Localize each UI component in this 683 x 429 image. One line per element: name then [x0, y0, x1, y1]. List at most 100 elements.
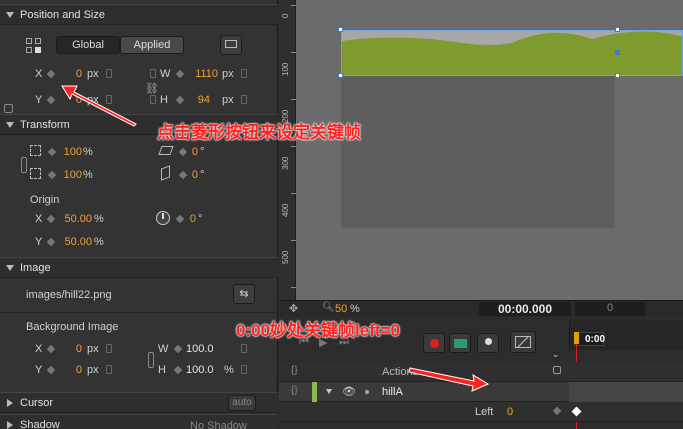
collapse-triangle-icon[interactable]	[7, 421, 13, 429]
auto-keyframe-button[interactable]	[449, 333, 471, 353]
x-unit[interactable]: px	[87, 68, 99, 80]
bg-y-lock-icon[interactable]	[106, 365, 112, 374]
bg-h-unit[interactable]: %	[224, 364, 234, 376]
keyframe-at-zero[interactable]	[571, 406, 582, 417]
sizing-mode-button[interactable]	[220, 35, 242, 55]
bg-x-keyframe-diamond[interactable]	[46, 344, 56, 354]
scale-y-value[interactable]: 100	[56, 169, 82, 181]
element-row-hillA[interactable]: {} 👁︎ hillA	[279, 382, 683, 402]
playhead-handle-icon[interactable]	[574, 332, 579, 344]
property-row-left[interactable]: Left 0	[279, 402, 683, 422]
w-value[interactable]: 1110	[186, 68, 218, 80]
bg-h-value[interactable]: 100.0	[186, 364, 220, 376]
x-keyframe-diamond[interactable]	[46, 69, 56, 79]
current-frame[interactable]: 0	[575, 302, 645, 316]
global-button[interactable]: Global	[56, 36, 120, 54]
panel-resize-icon[interactable]	[4, 104, 13, 113]
scale-link-icon[interactable]	[21, 157, 27, 173]
bg-w-keyframe-diamond[interactable]	[173, 344, 183, 354]
skew-y-value[interactable]: 0	[188, 169, 198, 181]
registration-point-icon[interactable]	[26, 38, 42, 54]
record-button[interactable]	[423, 333, 445, 353]
actions-row[interactable]: {} Actions	[279, 362, 683, 382]
cursor-auto-button[interactable]: auto	[228, 395, 256, 411]
y-keyframe-diamond[interactable]	[46, 95, 56, 105]
bg-w-unit-icon[interactable]	[241, 344, 247, 353]
element-name[interactable]: hillA	[382, 386, 403, 398]
element-expand-triangle-icon[interactable]	[326, 389, 332, 394]
visibility-eye-icon[interactable]: 👁︎	[342, 385, 356, 398]
origin-y-value[interactable]: 50.00	[58, 236, 92, 248]
bg-h-unit-icon[interactable]	[241, 365, 247, 374]
origin-x-keyframe-diamond[interactable]	[46, 214, 56, 224]
hill-image-element[interactable]	[341, 30, 683, 76]
pin-button[interactable]	[477, 333, 499, 353]
bg-x-unit[interactable]: px	[87, 343, 99, 355]
element-braces-icon[interactable]: {}	[291, 385, 298, 396]
w-keyframe-diamond[interactable]	[175, 69, 185, 79]
origin-y-keyframe-diamond[interactable]	[46, 237, 56, 247]
expand-triangle-icon[interactable]	[6, 12, 14, 18]
applied-button[interactable]: Applied	[120, 36, 184, 54]
origin-x-value[interactable]: 50.00	[58, 213, 92, 225]
property-value[interactable]: 0	[507, 406, 513, 418]
bg-y-unit[interactable]: px	[87, 364, 99, 376]
section-position-size[interactable]: Position and Size	[0, 4, 278, 25]
bg-h-keyframe-diamond[interactable]	[173, 365, 183, 375]
bg-w-value[interactable]: 100.0	[186, 343, 220, 355]
selection-handle[interactable]	[338, 27, 343, 32]
actions-braces-icon[interactable]: {}	[291, 365, 298, 376]
collapse-triangle-icon[interactable]	[7, 399, 13, 407]
selection-handle[interactable]	[338, 73, 343, 78]
link-dimensions-icon[interactable]: ⛓	[145, 82, 159, 95]
image-path[interactable]: images/hill22.png	[26, 289, 112, 301]
expand-triangle-icon[interactable]	[6, 265, 14, 271]
selection-handle[interactable]	[615, 27, 620, 32]
expand-triangle-icon[interactable]	[6, 122, 14, 128]
timeline-options-chevron-icon[interactable]: ⌄	[552, 349, 560, 360]
section-shadow[interactable]: Shadow No Shadow	[0, 414, 278, 429]
section-cursor[interactable]: Cursor auto	[0, 392, 278, 413]
zoom-value[interactable]: 50	[335, 303, 347, 315]
w-unit[interactable]: px	[222, 68, 234, 80]
pan-icon[interactable]: ✥	[289, 302, 298, 315]
section-image[interactable]: Image	[0, 257, 278, 278]
ruler-tick	[291, 193, 296, 194]
y-unit[interactable]: px	[87, 94, 99, 106]
scale-x-value[interactable]: 100	[56, 146, 82, 158]
actions-keyframe-icon[interactable]	[553, 366, 561, 374]
scale-y-keyframe-diamond[interactable]	[47, 170, 57, 180]
y-value[interactable]: 0	[62, 94, 82, 106]
swap-image-button[interactable]: ⇆	[233, 284, 255, 304]
shadow-value[interactable]: No Shadow	[190, 420, 247, 429]
x-value[interactable]: 0	[62, 68, 82, 80]
current-time[interactable]: 00:00.000	[479, 302, 571, 316]
rotation-keyframe-diamond[interactable]	[175, 214, 185, 224]
w-constraint-icon[interactable]	[241, 69, 247, 78]
h-lock-icon[interactable]	[150, 95, 156, 104]
bg-y-value[interactable]: 0	[62, 364, 82, 376]
skew-y-keyframe-diamond[interactable]	[178, 170, 188, 180]
zoom-icon[interactable]: 🔍︎	[322, 302, 335, 313]
bg-x-value[interactable]: 0	[62, 343, 82, 355]
element-track[interactable]	[569, 382, 683, 402]
bg-y-keyframe-diamond[interactable]	[46, 365, 56, 375]
y-lock-icon[interactable]	[106, 95, 112, 104]
x-lock-icon[interactable]	[106, 69, 112, 78]
h-constraint-icon[interactable]	[241, 95, 247, 104]
scale-x-keyframe-diamond[interactable]	[47, 147, 57, 157]
property-keyframe-diamond[interactable]	[552, 406, 562, 416]
selection-handle[interactable]	[615, 73, 620, 78]
easing-button[interactable]	[510, 331, 536, 353]
lock-dot-icon[interactable]	[365, 390, 369, 394]
h-value[interactable]: 94	[186, 94, 210, 106]
selection-handle[interactable]	[615, 50, 620, 55]
skew-x-value[interactable]: 0	[188, 146, 198, 158]
bg-x-lock-icon[interactable]	[106, 344, 112, 353]
h-unit[interactable]: px	[222, 94, 234, 106]
h-keyframe-diamond[interactable]	[175, 95, 185, 105]
bg-link-dimensions-icon[interactable]	[148, 352, 154, 368]
w-lock-icon[interactable]	[150, 69, 156, 78]
rotation-value[interactable]: 0	[186, 213, 196, 225]
skew-x-keyframe-diamond[interactable]	[178, 147, 188, 157]
